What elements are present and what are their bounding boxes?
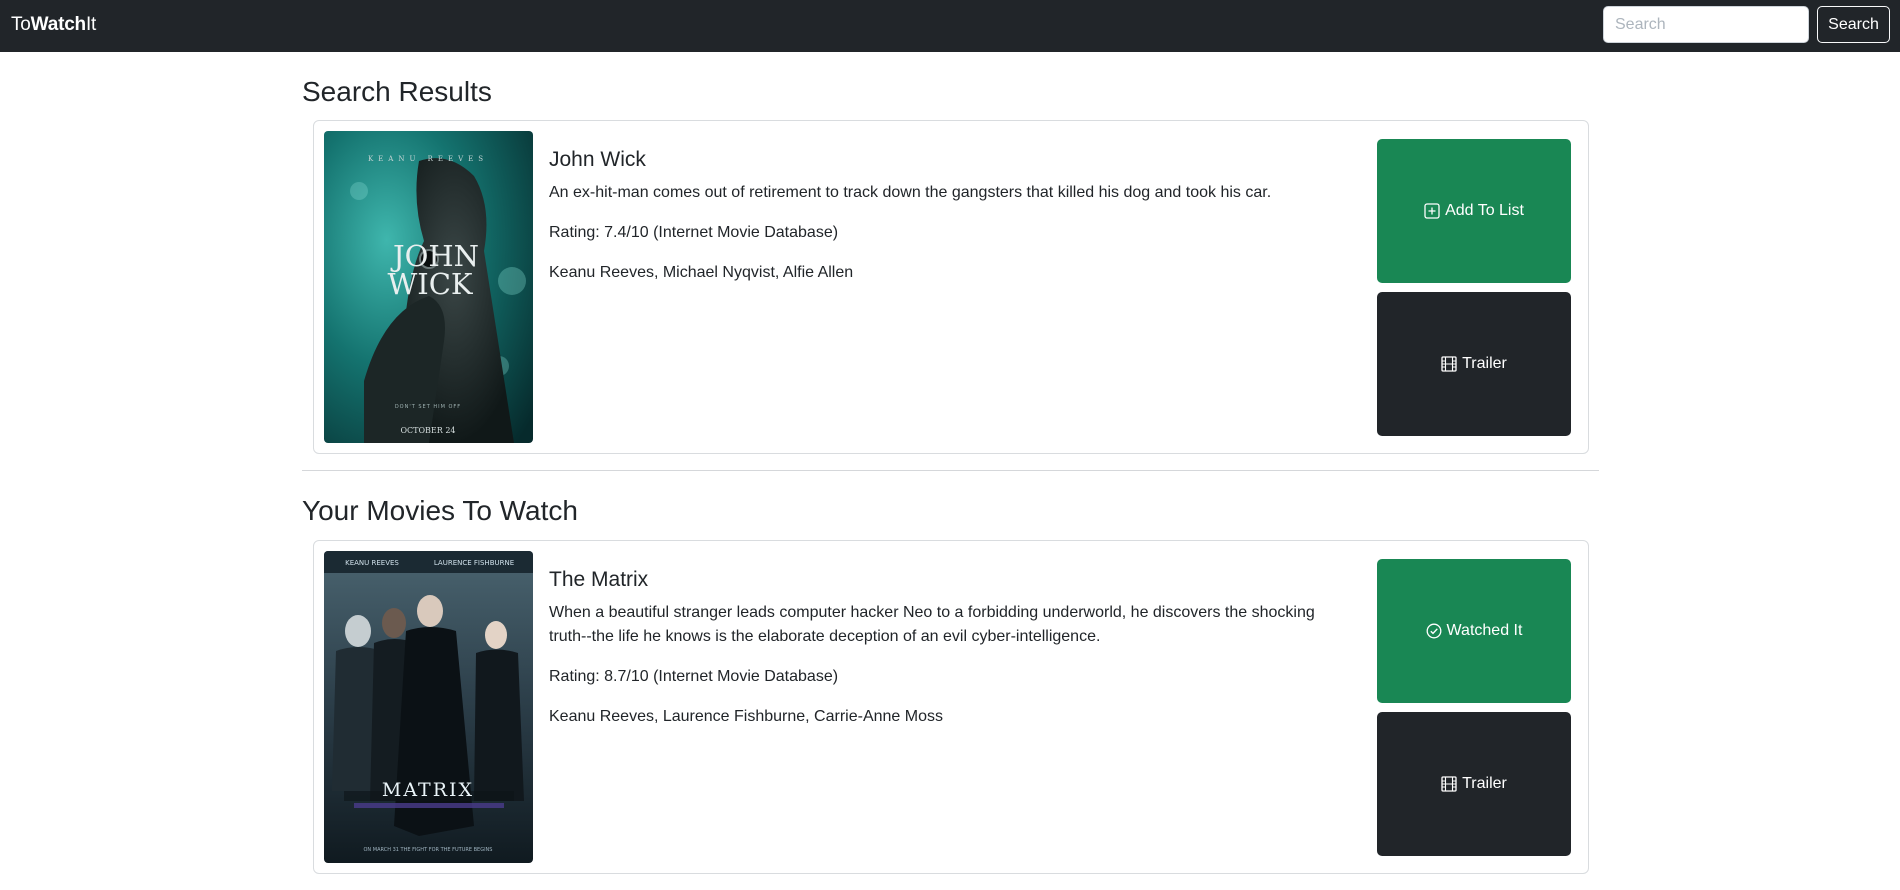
poster-actor-left: KEANU REEVES xyxy=(345,559,399,567)
plus-square-icon xyxy=(1424,203,1440,219)
search-input[interactable] xyxy=(1603,6,1809,43)
watched-it-button[interactable]: Watched It xyxy=(1377,559,1571,703)
check-circle-icon xyxy=(1426,623,1441,639)
poster-release-date: OCTOBER 24 xyxy=(400,426,455,435)
movie-cast: Keanu Reeves, Michael Nyqvist, Alfie All… xyxy=(549,264,854,281)
movie-plot: An ex-hit-man comes out of retirement to… xyxy=(549,184,1272,201)
poster-title-line2: WICK xyxy=(387,267,473,301)
watched-it-label: Watched It xyxy=(1446,622,1523,639)
brand-bold: Watch xyxy=(30,14,86,35)
movie-info: John Wick An ex-hit-man comes out of ret… xyxy=(549,148,1349,301)
brand-prefix: To xyxy=(11,14,31,35)
add-to-list-label: Add To List xyxy=(1445,202,1524,219)
trailer-label: Trailer xyxy=(1462,775,1507,792)
watch-list-heading: Your Movies To Watch xyxy=(302,495,578,526)
movie-rating: Rating: 8.7/10 (Internet Movie Database) xyxy=(549,668,839,685)
brand-suffix: It xyxy=(85,14,97,35)
movie-title: John Wick xyxy=(549,148,646,171)
movie-card-the-matrix: KEANU REEVES LAURENCE FISHBURNE MATRIX O… xyxy=(313,540,1589,874)
film-icon xyxy=(1441,356,1457,372)
movie-info: The Matrix When a beautiful stranger lea… xyxy=(549,568,1349,745)
section-divider xyxy=(302,470,1599,471)
poster-tagline: ON MARCH 31 THE FIGHT FOR THE FUTURE BEG… xyxy=(364,847,493,853)
movie-poster: KEANU REEVES JOHN WICK DON'T SET HIM OFF… xyxy=(324,131,533,443)
navbar: ToWatchIt Search xyxy=(0,0,1900,52)
movie-plot: When a beautiful stranger leads computer… xyxy=(549,604,1315,645)
movie-poster: KEANU REEVES LAURENCE FISHBURNE MATRIX O… xyxy=(324,551,533,863)
search-button[interactable]: Search xyxy=(1817,6,1890,43)
trailer-label: Trailer xyxy=(1462,355,1507,372)
film-icon xyxy=(1441,776,1457,792)
trailer-button[interactable]: Trailer xyxy=(1377,292,1571,436)
movie-cast: Keanu Reeves, Laurence Fishburne, Carrie… xyxy=(549,708,943,725)
trailer-button[interactable]: Trailer xyxy=(1377,712,1571,856)
movie-rating: Rating: 7.4/10 (Internet Movie Database) xyxy=(549,224,839,241)
poster-tagline: DON'T SET HIM OFF xyxy=(395,404,461,410)
add-to-list-button[interactable]: Add To List xyxy=(1377,139,1571,283)
movie-title: The Matrix xyxy=(549,568,649,591)
poster-actor-text: KEANU REEVES xyxy=(368,155,488,163)
brand-logo[interactable]: ToWatchIt xyxy=(11,14,96,36)
poster-title: MATRIX xyxy=(382,779,474,801)
movie-card-john-wick: KEANU REEVES JOHN WICK DON'T SET HIM OFF… xyxy=(313,120,1589,454)
poster-actor-right: LAURENCE FISHBURNE xyxy=(434,559,514,567)
search-results-heading: Search Results xyxy=(302,76,492,107)
